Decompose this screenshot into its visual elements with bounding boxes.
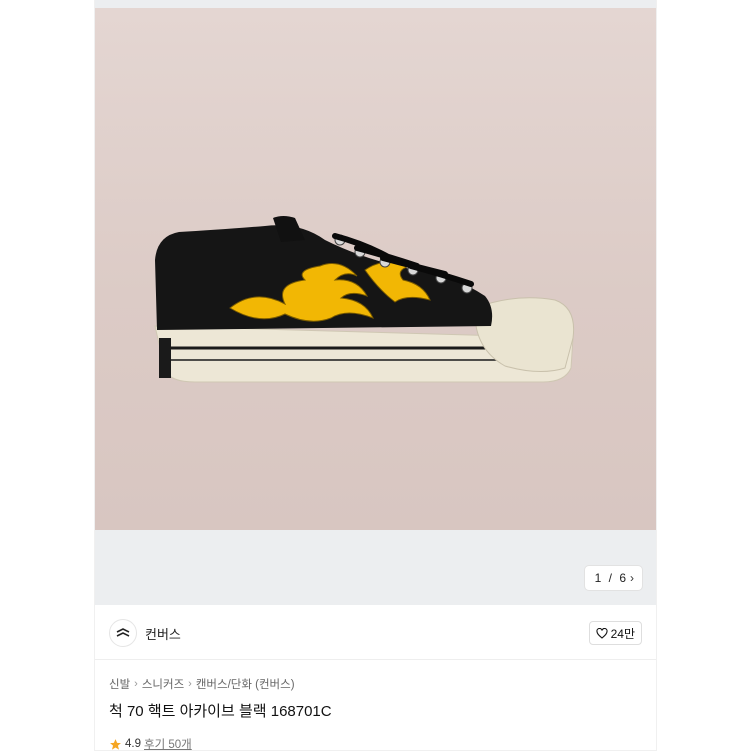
- converse-star-chevron-icon: [116, 628, 130, 637]
- pager-separator: /: [605, 571, 616, 585]
- gallery-pager[interactable]: 1 / 6 ›: [584, 566, 642, 590]
- brand-name[interactable]: 컨버스: [145, 624, 181, 643]
- heart-outline-icon: [596, 627, 608, 639]
- product-page: 1 / 6 › 컨버스 24만 신발 › 스니커즈 › 캔버스/단화 (컨버스)…: [95, 0, 656, 751]
- like-button[interactable]: 24만: [588, 621, 642, 645]
- pager-total: 6: [619, 571, 626, 585]
- pager-current: 1: [594, 571, 602, 585]
- sneaker-illustration: [154, 216, 575, 383]
- chevron-right-icon[interactable]: ›: [630, 572, 634, 584]
- rating-score: 4.9: [125, 738, 141, 750]
- brand-row: 컨버스 24만: [95, 605, 656, 660]
- star-icon: [110, 738, 121, 750]
- like-count: 24만: [610, 626, 635, 641]
- breadcrumb-item[interactable]: 신발: [109, 676, 130, 692]
- chevron-right-icon: ›: [134, 678, 138, 690]
- product-photo[interactable]: [95, 8, 656, 530]
- breadcrumb-item[interactable]: 스니커즈: [142, 676, 184, 692]
- product-image-gallery[interactable]: 1 / 6 ›: [95, 0, 656, 605]
- brand-logo[interactable]: [109, 619, 137, 647]
- breadcrumb-item[interactable]: 캔버스/단화 (컨버스): [196, 676, 295, 692]
- product-title: 척 70 핵트 아카이브 블랙 168701C: [109, 703, 332, 720]
- chevron-right-icon: ›: [188, 678, 192, 690]
- breadcrumb: 신발 › 스니커즈 › 캔버스/단화 (컨버스): [109, 676, 295, 692]
